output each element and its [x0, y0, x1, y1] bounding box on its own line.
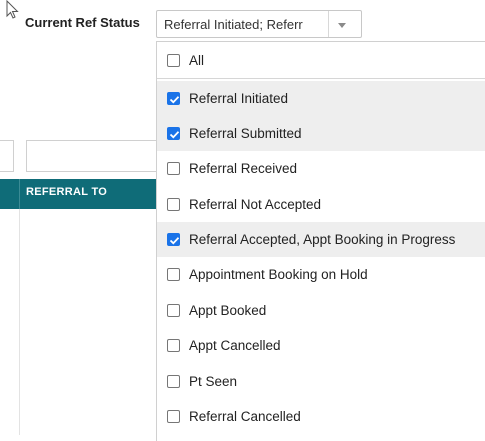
dropdown-option-label: All	[189, 53, 205, 68]
column-divider	[19, 179, 20, 209]
dropdown-divider	[157, 78, 485, 79]
dropdown-option[interactable]: Appointment Booking on Hold	[157, 257, 485, 292]
grid-column-divider	[19, 209, 20, 435]
mouse-cursor-icon	[6, 0, 19, 19]
checkmark-icon	[169, 237, 180, 245]
dropdown-option-label: Appt Booked	[189, 303, 267, 318]
dropdown-option-label: Referral Submitted	[189, 126, 302, 141]
dropdown-option[interactable]: Referral Cancelled	[157, 399, 485, 434]
dropdown-option[interactable]: Referral Submitted	[157, 116, 485, 151]
referral-to-filter-input[interactable]	[26, 140, 166, 172]
grid-filter-cell[interactable]	[0, 140, 14, 172]
referral-to-column-header[interactable]: REFERRAL TO	[26, 186, 107, 198]
dropdown-option-label: Appt Cancelled	[189, 338, 281, 353]
dropdown-option-label: Appointment Booking on Hold	[189, 267, 368, 282]
checkbox-unchecked[interactable]	[167, 304, 180, 317]
current-ref-status-select[interactable]: Referral Initiated; Referr	[156, 10, 362, 38]
checkbox-unchecked[interactable]	[167, 268, 180, 281]
checkbox-unchecked[interactable]	[167, 198, 180, 211]
dropdown-option[interactable]: Referral Initiated	[157, 81, 485, 116]
dropdown-option-label: Pt Seen	[189, 374, 238, 389]
checkbox-unchecked[interactable]	[167, 375, 180, 388]
checkbox-checked[interactable]	[167, 233, 180, 246]
select-value: Referral Initiated; Referr	[164, 17, 303, 32]
dropdown-option-label: Referral Not Accepted	[189, 197, 322, 212]
dropdown-option[interactable]: Referral Accepted, Appt Booking in Progr…	[157, 222, 485, 257]
checkbox-unchecked[interactable]	[167, 54, 180, 67]
checkmark-icon	[169, 96, 180, 104]
chevron-down-icon[interactable]	[335, 20, 349, 30]
current-ref-status-label: Current Ref Status	[25, 15, 140, 30]
checkbox-unchecked[interactable]	[167, 410, 180, 423]
status-dropdown-list: All Referral Initiated Referral Submitted R…	[156, 41, 485, 441]
select-divider	[328, 11, 329, 37]
checkmark-icon	[169, 131, 180, 139]
dropdown-option[interactable]: Referral Received	[157, 151, 485, 186]
dropdown-option[interactable]: Appt Cancelled	[157, 328, 485, 363]
dropdown-option[interactable]: Pt Seen	[157, 364, 485, 399]
dropdown-option-label: Referral Accepted, Appt Booking in Progr…	[189, 232, 456, 247]
checkbox-unchecked[interactable]	[167, 162, 180, 175]
dropdown-option[interactable]: All	[157, 43, 485, 78]
dropdown-option[interactable]: Referral Not Accepted	[157, 187, 485, 222]
checkbox-checked[interactable]	[167, 127, 180, 140]
grid-body	[0, 209, 170, 435]
dropdown-option[interactable]: Appt Booked	[157, 293, 485, 328]
dropdown-option-label: Referral Received	[189, 161, 298, 176]
checkbox-checked[interactable]	[167, 92, 180, 105]
checkbox-unchecked[interactable]	[167, 339, 180, 352]
dropdown-option-label: Referral Cancelled	[189, 409, 301, 424]
dropdown-option-label: Referral Initiated	[189, 91, 289, 106]
